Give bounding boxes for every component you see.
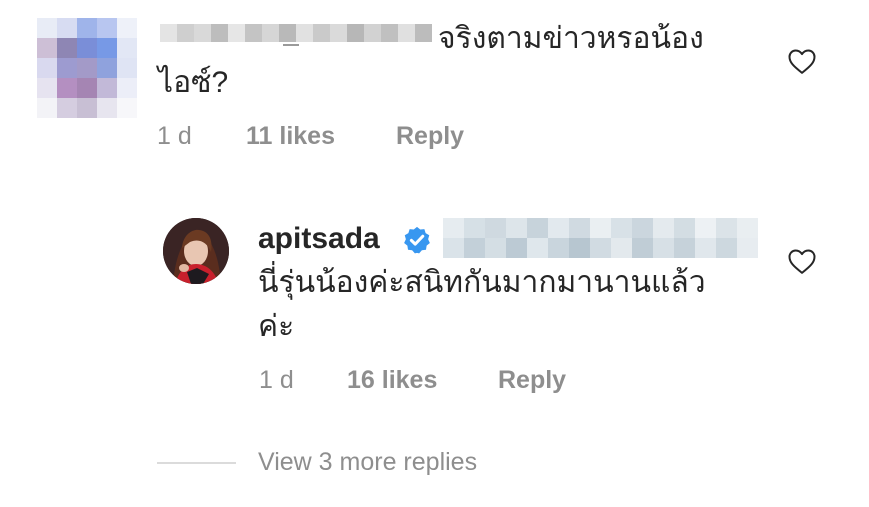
likes-count[interactable]: 11 likes: [246, 122, 335, 151]
commenter-avatar-pixelated[interactable]: [37, 18, 137, 118]
verified-badge-icon: [402, 225, 432, 255]
username-underscore: [283, 44, 299, 46]
reply-button[interactable]: Reply: [396, 122, 464, 151]
reply-text-line2: ค่ะ: [258, 310, 295, 343]
comment-age: 1 d: [157, 122, 192, 150]
reply-button[interactable]: Reply: [498, 366, 566, 395]
comment-text-line2: ไอซ์?: [158, 66, 229, 99]
comment-text-line1: จริงตามข่าวหรอน้อง: [438, 22, 704, 55]
view-more-replies-button[interactable]: View 3 more replies: [258, 448, 477, 477]
apitsada-avatar[interactable]: [163, 218, 229, 284]
mentioned-username-blurred[interactable]: [443, 218, 758, 258]
comment-username[interactable]: apitsada: [258, 222, 380, 256]
reply-text-line1: นี่รุ่นน้องค่ะสนิทกันมากมานานแล้ว: [258, 266, 706, 299]
heart-outline-icon[interactable]: [787, 47, 817, 75]
replies-divider-line: [157, 462, 236, 464]
heart-outline-icon[interactable]: [787, 247, 817, 275]
commenter-username-blurred[interactable]: [160, 24, 432, 42]
reply-age: 1 d: [259, 366, 294, 394]
reply-likes-count[interactable]: 16 likes: [347, 366, 437, 395]
